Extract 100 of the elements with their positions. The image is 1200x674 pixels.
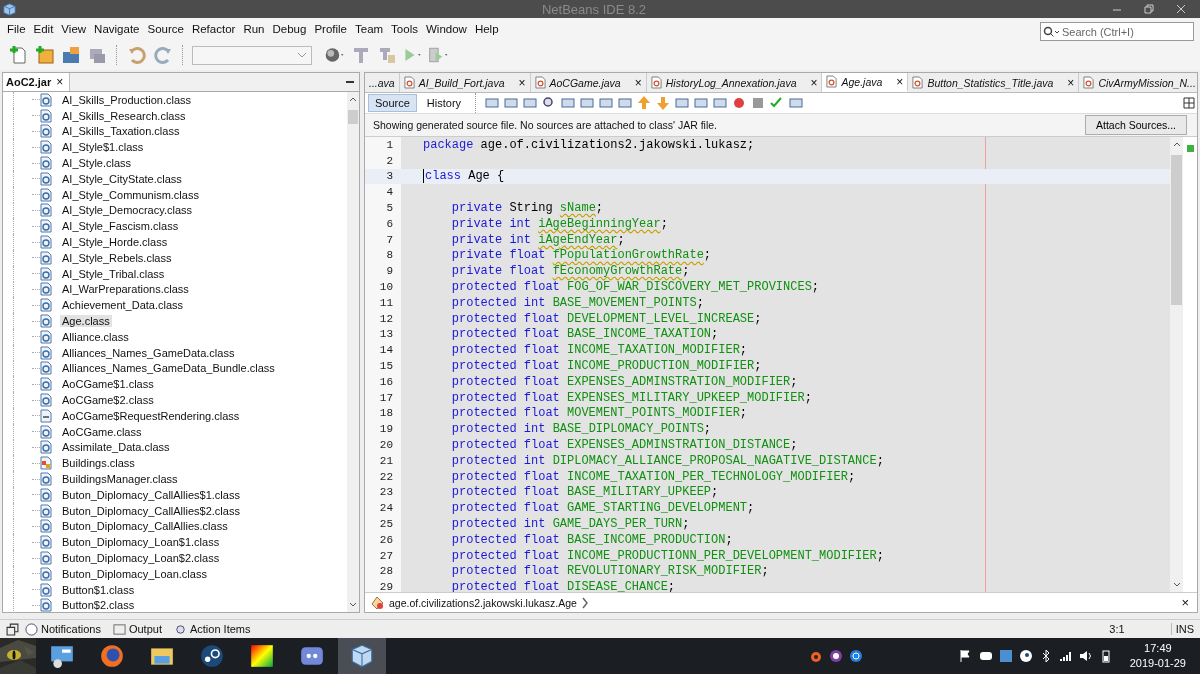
tree-item[interactable]: AI_Skills_Taxation.class bbox=[60, 125, 182, 138]
class-file-icon bbox=[40, 235, 52, 250]
menu-item[interactable]: Tools bbox=[387, 23, 422, 35]
scrollbar-thumb[interactable] bbox=[1171, 155, 1182, 305]
menu-item[interactable]: Window bbox=[421, 23, 471, 35]
restore-icon[interactable] bbox=[1144, 4, 1154, 14]
tree-item[interactable]: Age.class bbox=[60, 315, 112, 328]
scrollbar[interactable] bbox=[347, 92, 359, 612]
editor-tab[interactable]: AoCGame.java × bbox=[530, 73, 647, 92]
tree-item[interactable]: AI_Style_Democracy.class bbox=[60, 204, 194, 217]
panel-tab[interactable]: Action Items bbox=[173, 622, 251, 636]
view-tab[interactable]: Source bbox=[368, 94, 417, 112]
editor-tab[interactable]: ...ava bbox=[365, 73, 400, 92]
app-icon[interactable] bbox=[828, 649, 843, 663]
editor-tab[interactable]: Age.java × bbox=[822, 73, 909, 92]
tree-item[interactable]: Buton_Diplomacy_CallAllies.class bbox=[60, 520, 230, 533]
tree-item[interactable]: AI_Style.class bbox=[60, 157, 134, 170]
project-tab[interactable]: AoC2.jar × bbox=[3, 73, 71, 91]
editor-tab[interactable]: Button_Statistics_Title.java × bbox=[908, 73, 1080, 92]
menu-item[interactable]: Navigate bbox=[90, 23, 144, 35]
tree-item[interactable]: AI_Style_Rebels.class bbox=[60, 251, 174, 264]
panel-tab[interactable]: Notifications bbox=[25, 622, 101, 636]
clock-date[interactable]: 2019-01-29 bbox=[1129, 656, 1186, 671]
signal-icon[interactable] bbox=[1058, 649, 1073, 663]
tree-item[interactable]: AI_Style_CityState.class bbox=[60, 172, 184, 185]
redo-icon[interactable] bbox=[152, 45, 174, 65]
tree-item[interactable]: Button$1.class bbox=[60, 583, 137, 596]
tree-item[interactable]: Achievement_Data.class bbox=[60, 299, 186, 312]
search-field[interactable]: Search (Ctrl+I) bbox=[1040, 22, 1194, 41]
class-file-icon bbox=[40, 551, 52, 565]
tree-item[interactable]: AI_Skills_Production.class bbox=[60, 93, 193, 106]
scroll-down-icon[interactable] bbox=[1171, 582, 1182, 588]
menu-item[interactable]: Profile bbox=[310, 23, 351, 35]
menu-item[interactable]: Run bbox=[239, 23, 269, 35]
tree-item[interactable]: AI_Skills_Research.class bbox=[60, 109, 188, 122]
tree-item[interactable]: AI_Style_Tribal.class bbox=[60, 267, 167, 280]
attach-sources-button[interactable]: Attach Sources... bbox=[1085, 115, 1187, 135]
new-project-icon[interactable] bbox=[34, 45, 56, 65]
tree-item[interactable]: Buton_Diplomacy_CallAllies$2.class bbox=[60, 504, 242, 517]
enum-file-icon bbox=[40, 456, 52, 471]
tree-item[interactable]: Buton_Diplomacy_Loan.class bbox=[60, 567, 209, 580]
split-icon[interactable] bbox=[1181, 95, 1197, 111]
tree-item[interactable]: Alliance.class bbox=[60, 330, 131, 343]
down-arrow-icon[interactable] bbox=[655, 95, 672, 111]
line-number: 3 bbox=[385, 170, 393, 183]
scroll-down-icon[interactable] bbox=[348, 602, 358, 608]
globe-icon[interactable] bbox=[324, 45, 346, 65]
menu-item[interactable]: Help bbox=[470, 23, 503, 35]
menu-item[interactable]: Edit bbox=[29, 23, 58, 35]
open-folder-icon[interactable] bbox=[60, 45, 82, 65]
clock-time[interactable]: 17:49 bbox=[1144, 641, 1172, 656]
close-icon[interactable] bbox=[1176, 4, 1186, 14]
steam-icon[interactable] bbox=[1018, 649, 1033, 663]
scroll-up-icon[interactable] bbox=[1171, 141, 1182, 147]
tree-item[interactable]: Alliances_Names_GameData.class bbox=[60, 346, 237, 359]
menu-item[interactable]: View bbox=[57, 23, 91, 35]
tree-item[interactable]: AoCGame$1.class bbox=[60, 378, 156, 391]
tree-item[interactable]: Buildings.class bbox=[60, 457, 137, 470]
tree-item[interactable]: AI_WarPreparations.class bbox=[60, 283, 191, 296]
panel-tab[interactable]: Output bbox=[112, 622, 162, 636]
tree-item[interactable]: Alliances_Names_GameData_Bundle.class bbox=[60, 362, 277, 375]
editor-tab[interactable]: CivArmyMission_N... bbox=[1079, 73, 1200, 92]
tree-item[interactable]: AI_Style$1.class bbox=[60, 141, 146, 154]
tree-item[interactable]: Button$2.class bbox=[60, 599, 137, 612]
breadcrumb[interactable]: age.of.civilizations2.jakowski.lukasz.Age bbox=[389, 596, 577, 609]
tree-item[interactable]: Buton_Diplomacy_CallAllies$1.class bbox=[60, 488, 242, 501]
tree-item[interactable]: Assimilate_Data.class bbox=[60, 441, 172, 454]
menu-item[interactable]: Team bbox=[351, 23, 388, 35]
scrollbar[interactable] bbox=[1170, 137, 1183, 592]
flag-icon[interactable] bbox=[958, 649, 973, 663]
tree-item[interactable]: AI_Style_Communism.class bbox=[60, 188, 201, 201]
undo-icon[interactable] bbox=[126, 45, 148, 65]
tree-item[interactable]: AoCGame.class bbox=[60, 425, 144, 438]
chevron-icon[interactable] bbox=[580, 596, 589, 609]
code-line: package age.of.civilizations2.jakowski.lukasz; bbox=[423, 137, 755, 152]
menu-item[interactable]: Debug bbox=[268, 23, 311, 35]
menu-item[interactable]: File bbox=[3, 23, 30, 35]
restore-window-icon[interactable] bbox=[6, 622, 19, 636]
line-number: 29 bbox=[378, 581, 393, 592]
scrollbar-thumb[interactable] bbox=[348, 110, 358, 124]
insert-mode: INS bbox=[1170, 623, 1200, 635]
tree-item[interactable]: Buton_Diplomacy_Loan$1.class bbox=[60, 536, 222, 549]
menu-item[interactable]: Source bbox=[143, 23, 188, 35]
volume-icon[interactable] bbox=[1078, 649, 1093, 663]
up-arrow-icon[interactable] bbox=[636, 95, 653, 111]
view-tab[interactable]: History bbox=[419, 94, 469, 112]
tree-item[interactable]: AoCGame$2.class bbox=[60, 394, 156, 407]
tree-item[interactable]: AI_Style_Fascism.class bbox=[60, 220, 181, 233]
code-line: protected float BASE_MILITARY_UPKEEP; bbox=[451, 485, 719, 500]
editor-tab[interactable]: AI_Build_Fort.java × bbox=[399, 73, 531, 92]
close-button[interactable]: × bbox=[1181, 595, 1189, 610]
caret-icon[interactable] bbox=[297, 52, 307, 58]
tree-item[interactable]: Buton_Diplomacy_Loan$2.class bbox=[60, 552, 222, 564]
tree-item[interactable]: AoCGame$RequestRendering.class bbox=[60, 409, 242, 422]
menu-item[interactable]: Refactor bbox=[187, 23, 240, 35]
app-icon[interactable] bbox=[848, 649, 863, 663]
scroll-up-icon[interactable] bbox=[348, 96, 358, 102]
tree-item[interactable]: BuildingsManager.class bbox=[60, 473, 180, 485]
tree-item[interactable]: AI_Style_Horde.class bbox=[60, 236, 170, 249]
line-number: 8 bbox=[385, 249, 393, 262]
